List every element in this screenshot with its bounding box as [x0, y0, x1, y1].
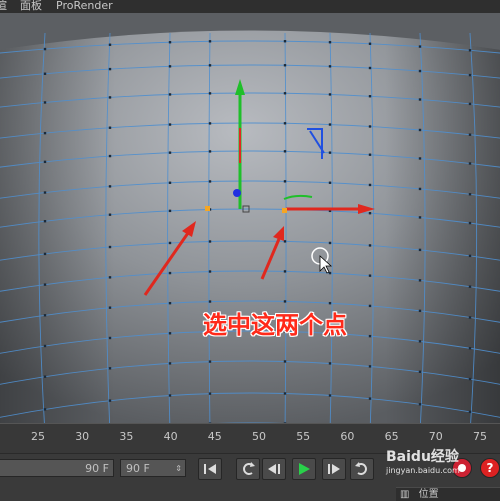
timeline-tick-label: 55: [296, 430, 311, 443]
menu-item-panel[interactable]: 面板: [20, 0, 42, 11]
end-frame-field[interactable]: 90 F: [0, 459, 114, 477]
play-forward-icon: [299, 463, 310, 475]
goto-start-button[interactable]: [198, 458, 222, 480]
position-label[interactable]: 位置: [419, 489, 439, 500]
timeline-tick-label: 75: [473, 430, 487, 443]
timeline-tick-label: 65: [384, 430, 399, 443]
loop-icon: [243, 462, 255, 475]
loop-button[interactable]: [236, 458, 260, 480]
loop-forward-button[interactable]: [350, 458, 374, 480]
attributes-panel-header: ▥ 位置: [396, 487, 500, 501]
timeline-tick-label: 60: [340, 430, 355, 443]
timeline-tick-label: 50: [252, 430, 266, 443]
goto-start-icon: [204, 464, 216, 474]
prev-key-button[interactable]: [262, 458, 286, 480]
timeline-tick-label: 45: [207, 430, 222, 443]
next-key-button[interactable]: [322, 458, 346, 480]
spinner-arrows-icon[interactable]: ⇕: [175, 460, 182, 478]
annotation-label: 选中这两个点: [203, 311, 347, 339]
watermark: Baidu经验 jingyan.baidu.com: [386, 449, 460, 475]
timeline-tick-label: 35: [119, 430, 134, 443]
panel-grip-icon: ▥: [400, 489, 410, 500]
play-forward-button[interactable]: [292, 458, 316, 480]
menu-item-prorender[interactable]: ProRender: [56, 0, 113, 11]
next-key-icon: [328, 464, 340, 474]
menu-bar: 渲 面板 ProRender: [0, 0, 500, 13]
selected-point-2[interactable]: [282, 208, 287, 213]
cylinder-mesh[interactable]: [0, 30, 500, 424]
timeline-tick-label: 25: [31, 430, 45, 443]
z-axis-handle[interactable]: [233, 189, 241, 197]
prev-key-icon: [268, 464, 280, 474]
timeline-tick-label: 40: [163, 430, 178, 443]
3d-viewport[interactable]: 选中这两个点: [0, 13, 500, 423]
menu-item-render[interactable]: 渲: [0, 0, 7, 11]
timeline-tick-label: 30: [75, 430, 90, 443]
timeline-tick-label: 70: [428, 430, 443, 443]
selected-point-1[interactable]: [205, 206, 210, 211]
preview-max-field[interactable]: 90 F ⇕: [120, 459, 186, 477]
loop-forward-icon: [355, 462, 367, 475]
